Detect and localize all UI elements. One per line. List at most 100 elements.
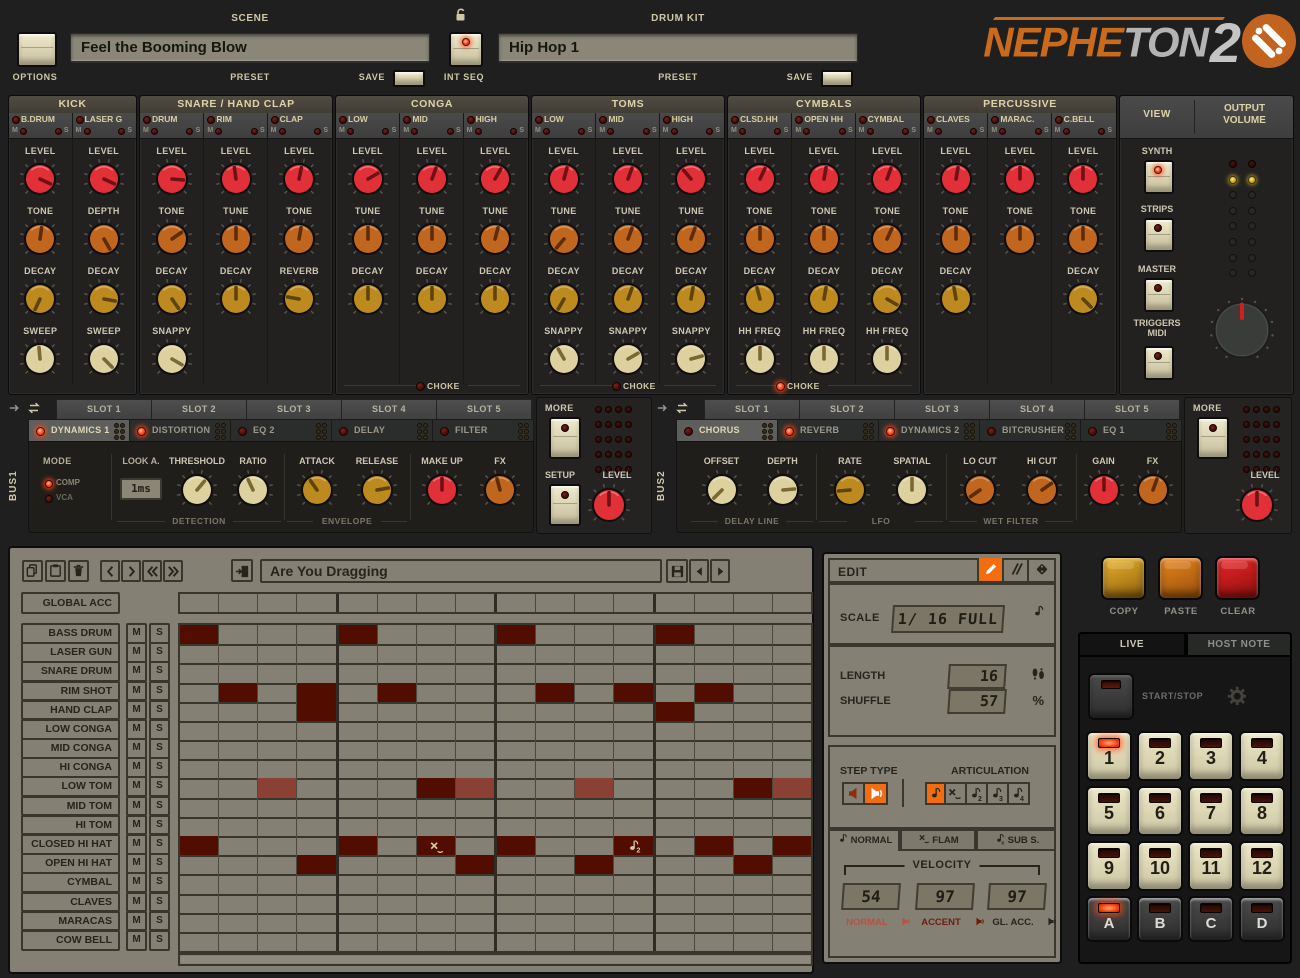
mute-led[interactable] [867,128,874,135]
step-cell[interactable] [773,644,811,663]
step-cell[interactable] [656,683,695,702]
row-mute-button[interactable]: M [126,911,147,932]
step-cell[interactable] [297,894,338,913]
bus-knob[interactable] [353,468,401,512]
effect-led[interactable] [339,427,348,436]
step-cell[interactable] [417,932,456,951]
choke-led[interactable] [416,382,425,391]
effect-led[interactable] [886,427,895,436]
view-button-synth[interactable] [1144,160,1174,194]
step-cell[interactable] [417,894,456,913]
knob-control[interactable] [996,157,1044,201]
global-acc-step[interactable] [734,594,773,612]
step-cell[interactable] [575,798,614,817]
knob-control[interactable] [667,217,715,261]
bus-more-button[interactable] [1197,417,1229,459]
step-cell[interactable] [180,644,219,663]
step-cell[interactable] [773,778,811,797]
bus-knob[interactable] [956,468,1004,512]
knob-control[interactable] [80,337,128,381]
step-cell[interactable] [339,778,378,797]
mute-led[interactable] [935,128,942,135]
knob-control[interactable] [800,157,848,201]
solo-led[interactable] [314,128,321,135]
step-cell[interactable] [456,798,497,817]
solo-led[interactable] [706,128,713,135]
row-solo-button[interactable]: S [149,815,170,836]
row-solo-button[interactable]: S [149,738,170,759]
step-cell[interactable] [497,759,536,778]
step-cell[interactable] [536,855,575,874]
solo-led[interactable] [1035,128,1042,135]
pad-B[interactable]: B [1137,896,1183,942]
step-cell[interactable] [497,740,536,759]
step-cell[interactable] [614,702,655,721]
step-cell[interactable] [536,740,575,759]
step-cell[interactable] [297,663,338,682]
step-cell[interactable] [219,683,258,702]
step-cell[interactable] [734,874,773,893]
solo-led[interactable] [382,128,389,135]
effect-led[interactable] [440,427,449,436]
step-cell[interactable] [297,778,338,797]
step-cell[interactable] [536,798,575,817]
step-cell[interactable] [339,894,378,913]
knob-control[interactable] [16,277,64,321]
bus-knob[interactable] [173,468,221,512]
knob-control[interactable] [408,277,456,321]
step-cell[interactable] [180,778,219,797]
step-cell[interactable] [378,913,417,932]
bus-effect-slot-dynamics-1[interactable]: DYNAMICS 1 [28,419,130,443]
knob-control[interactable] [932,277,980,321]
step-cell[interactable] [656,740,695,759]
knob-control[interactable] [540,157,588,201]
bus-slot-tab[interactable]: SLOT 3 [894,399,990,420]
step-cell[interactable] [575,740,614,759]
knob-control[interactable] [1059,157,1107,201]
global-acc-step[interactable] [614,594,655,612]
step-cell[interactable] [536,644,575,663]
global-acc-step[interactable] [219,594,258,612]
step-cell[interactable] [695,913,734,932]
edit-eraser-button[interactable] [1002,558,1029,581]
knob-control[interactable] [667,157,715,201]
step-cell[interactable] [297,759,338,778]
step-cell[interactable] [773,913,811,932]
articulation-flam-button[interactable] [946,782,967,805]
step-cell[interactable] [417,759,456,778]
step-cell[interactable] [378,778,417,797]
pad-12[interactable]: 12 [1239,841,1285,891]
global-acc-step[interactable] [575,594,614,612]
step-cell[interactable] [339,913,378,932]
pad-A[interactable]: A [1086,896,1132,942]
step-cell[interactable] [456,874,497,893]
step-cell[interactable] [378,740,417,759]
step-cell[interactable] [417,663,456,682]
output-volume-knob[interactable] [1208,296,1276,364]
step-cell[interactable] [575,836,614,855]
knob-control[interactable] [344,217,392,261]
knob-control[interactable] [800,337,848,381]
step-cell[interactable] [219,855,258,874]
step-cell[interactable] [456,855,497,874]
mute-led[interactable] [671,128,678,135]
step-cell[interactable] [695,644,734,663]
step-cell[interactable] [180,683,219,702]
pad-D[interactable]: D [1239,896,1285,942]
step-cell[interactable] [417,721,456,740]
step-cell[interactable] [258,683,297,702]
step-cell[interactable] [378,625,417,644]
step-cell[interactable] [734,836,773,855]
step-cell[interactable] [456,721,497,740]
step-cell[interactable] [614,721,655,740]
step-cell[interactable] [456,683,497,702]
step-cell[interactable] [417,740,456,759]
step-cell[interactable] [614,817,655,836]
knob-control[interactable] [667,337,715,381]
knob-control[interactable] [408,157,456,201]
step-cell[interactable] [219,721,258,740]
global-acc-step[interactable] [773,594,811,612]
bus-slot-tab[interactable]: SLOT 5 [436,399,532,420]
step-cell[interactable] [258,663,297,682]
solo-led[interactable] [186,128,193,135]
